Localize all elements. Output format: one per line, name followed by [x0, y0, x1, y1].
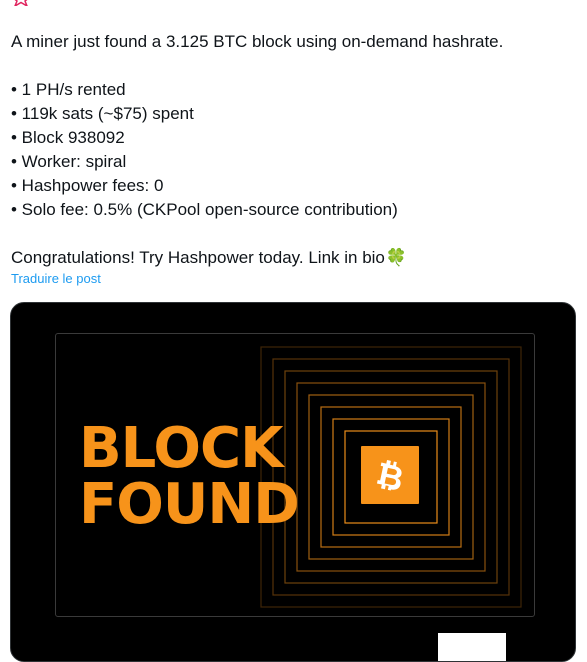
post-line: • 1 PH/s rented	[11, 80, 126, 99]
post-line: A miner just found a 3.125 BTC block usi…	[11, 32, 504, 51]
post-line: Congratulations! Try Hashpower today. Li…	[11, 248, 385, 267]
headline-line-1: BLOCK	[79, 416, 283, 481]
post-line: • Hashpower fees: 0	[11, 176, 164, 195]
block-found-headline: BLOCK FOUND	[79, 416, 300, 537]
clover-icon: 🍀	[385, 248, 408, 267]
post-text: A miner just found a 3.125 BTC block usi…	[11, 30, 571, 270]
post-line: • Worker: spiral	[11, 152, 127, 171]
post-media-image[interactable]: BLOCK FOUND	[10, 302, 576, 662]
translate-post-link[interactable]: Traduire le post	[11, 271, 101, 286]
post-line: • 119k sats (~$75) spent	[11, 104, 194, 123]
bitcoin-icon	[361, 446, 419, 504]
post-line: • Block 938092	[11, 128, 125, 147]
post-line-last: Congratulations! Try Hashpower today. Li…	[11, 246, 571, 270]
white-tab	[438, 633, 506, 661]
post-line: • Solo fee: 0.5% (CKPool open-source con…	[11, 200, 398, 219]
headline-line-2: FOUND	[79, 472, 300, 537]
star-icon	[11, 0, 31, 8]
